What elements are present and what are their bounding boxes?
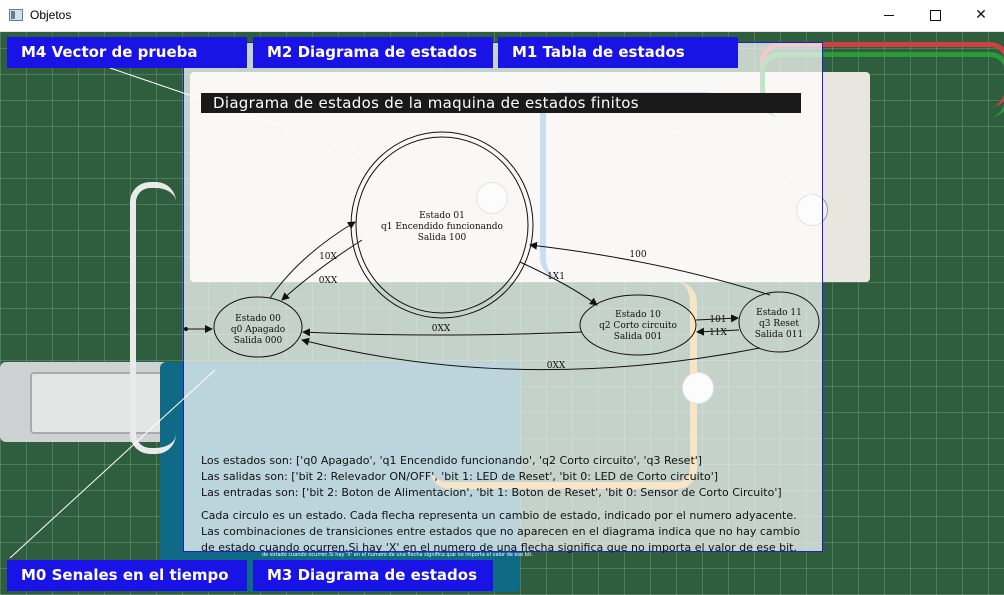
state-label: Salida 100 bbox=[418, 233, 467, 243]
connector-line bbox=[9, 369, 216, 559]
tiny-caption: de estado cuando ocurren.Si hay 'X' en e… bbox=[262, 552, 533, 558]
menu-button-m0[interactable]: M0 Senales en el tiempo bbox=[7, 560, 247, 591]
description-line: Cada circulo es un estado. Cada flecha r… bbox=[201, 509, 797, 522]
state-label: Salida 000 bbox=[234, 336, 283, 346]
transition-label: 100 bbox=[629, 250, 646, 260]
state-label: q1 Encendido funcionando bbox=[381, 222, 503, 232]
transition-label: 0XX bbox=[547, 361, 566, 371]
menu-button-m4[interactable]: M4 Vector de prueba bbox=[7, 37, 247, 68]
connector-line bbox=[109, 67, 381, 161]
state-label: Salida 011 bbox=[755, 330, 803, 340]
state-label: Estado 00 bbox=[235, 314, 281, 324]
state-label: Estado 01 bbox=[419, 211, 465, 221]
state-label: q3 Reset bbox=[759, 319, 799, 329]
transition-arrow bbox=[519, 261, 598, 306]
states-info: Los estados son: ['q0 Apagado', 'q1 Ence… bbox=[201, 454, 703, 467]
transition-arrow bbox=[269, 221, 356, 299]
menu-button-m1[interactable]: M1 Tabla de estados bbox=[498, 37, 738, 68]
transition-label: 1X1 bbox=[547, 272, 565, 282]
outputs-info: Las salidas son: ['bit 2: Relevador ON/O… bbox=[201, 470, 719, 483]
transition-label: 0XX bbox=[432, 324, 451, 334]
state-diagram: Estado 01 q1 Encendido funcionando Salid… bbox=[9, 67, 821, 559]
state-label: Estado 11 bbox=[756, 308, 802, 318]
state-label: q2 Corto circuito bbox=[599, 321, 677, 331]
transition-label: 11X bbox=[709, 328, 727, 338]
diagram-title: Diagrama de estados de la maquina de est… bbox=[201, 93, 801, 113]
description-line: Las combinaciones de transiciones entre … bbox=[201, 525, 801, 538]
menu-button-m3[interactable]: M3 Diagrama de estados bbox=[253, 560, 493, 591]
transition-label: 10X bbox=[319, 252, 337, 262]
menu-button-m2[interactable]: M2 Diagrama de estados bbox=[253, 37, 493, 68]
transition-arrow bbox=[301, 337, 761, 371]
transition-arrow bbox=[529, 241, 771, 296]
transition-label: 0XX bbox=[319, 276, 338, 286]
initial-dot bbox=[184, 327, 188, 331]
connector-line bbox=[671, 129, 821, 201]
transition-arrow bbox=[281, 239, 363, 301]
state-label: Salida 001 bbox=[614, 332, 662, 342]
inputs-info: Las entradas son: ['bit 2: Boton de Alim… bbox=[201, 486, 782, 499]
state-label: Estado 10 bbox=[615, 310, 661, 320]
state-label: q0 Apagado bbox=[231, 325, 285, 335]
transition-label: 101 bbox=[709, 315, 726, 325]
